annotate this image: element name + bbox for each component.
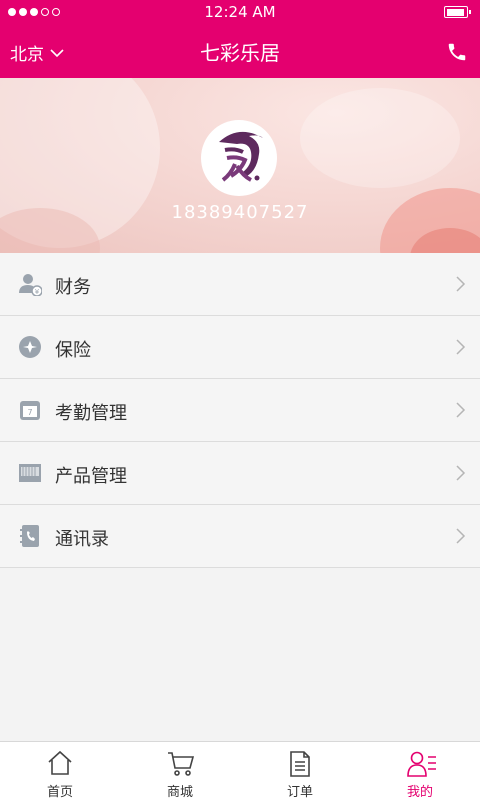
chevron-right-icon bbox=[456, 339, 466, 355]
contacts-icon bbox=[20, 525, 39, 547]
phone-icon[interactable] bbox=[446, 41, 468, 63]
chevron-right-icon bbox=[456, 276, 466, 292]
tab-bar: 首页 商城 订单 我的 bbox=[0, 741, 480, 801]
tab-orders[interactable]: 订单 bbox=[240, 742, 360, 801]
tab-label: 商城 bbox=[166, 785, 193, 800]
product-icon bbox=[19, 464, 41, 482]
chevron-right-icon bbox=[456, 402, 466, 418]
svg-text:7: 7 bbox=[27, 408, 32, 417]
menu-item-products[interactable]: 产品管理 bbox=[0, 442, 480, 505]
avatar[interactable] bbox=[201, 120, 277, 196]
nav-bar: 北京 七彩乐居 bbox=[0, 24, 480, 78]
menu-item-insurance[interactable]: 保险 bbox=[0, 316, 480, 379]
menu-label: 通讯录 bbox=[55, 529, 109, 550]
tab-label: 我的 bbox=[406, 785, 433, 800]
chevron-right-icon bbox=[456, 465, 466, 481]
menu-label: 产品管理 bbox=[55, 466, 127, 487]
insurance-icon bbox=[19, 336, 41, 358]
status-time: 12:24 AM bbox=[204, 3, 276, 21]
cart-icon bbox=[168, 752, 195, 776]
menu-label: 保险 bbox=[55, 340, 91, 361]
menu-item-attendance[interactable]: 7 考勤管理 bbox=[0, 379, 480, 442]
profile-list-icon bbox=[407, 751, 436, 777]
menu-item-contacts[interactable]: 通讯录 bbox=[0, 505, 480, 568]
user-phone: 18389407527 bbox=[171, 202, 309, 223]
menu-list: ¥ 财务 保险 7 考勤管理 产品管理 通讯录 bbox=[0, 253, 480, 568]
chevron-right-icon bbox=[456, 528, 466, 544]
status-bar: 12:24 AM bbox=[0, 0, 480, 24]
profile-header: 18389407527 bbox=[0, 78, 480, 253]
home-logo-icon bbox=[219, 131, 263, 182]
menu-label: 考勤管理 bbox=[55, 403, 127, 424]
tab-mall[interactable]: 商城 bbox=[120, 742, 240, 801]
tab-label: 订单 bbox=[286, 785, 313, 800]
battery-icon bbox=[444, 6, 471, 18]
document-icon bbox=[290, 751, 310, 777]
menu-label: 财务 bbox=[55, 277, 91, 298]
svg-text:¥: ¥ bbox=[35, 288, 40, 296]
home-icon bbox=[48, 750, 72, 775]
menu-item-finance[interactable]: ¥ 财务 bbox=[0, 253, 480, 316]
tab-home[interactable]: 首页 bbox=[0, 742, 120, 801]
tab-label: 首页 bbox=[46, 785, 73, 800]
calendar-icon: 7 bbox=[20, 401, 40, 420]
tab-mine[interactable]: 我的 bbox=[360, 742, 480, 801]
finance-user-icon: ¥ bbox=[19, 274, 42, 296]
page-title: 七彩乐居 bbox=[200, 41, 280, 65]
